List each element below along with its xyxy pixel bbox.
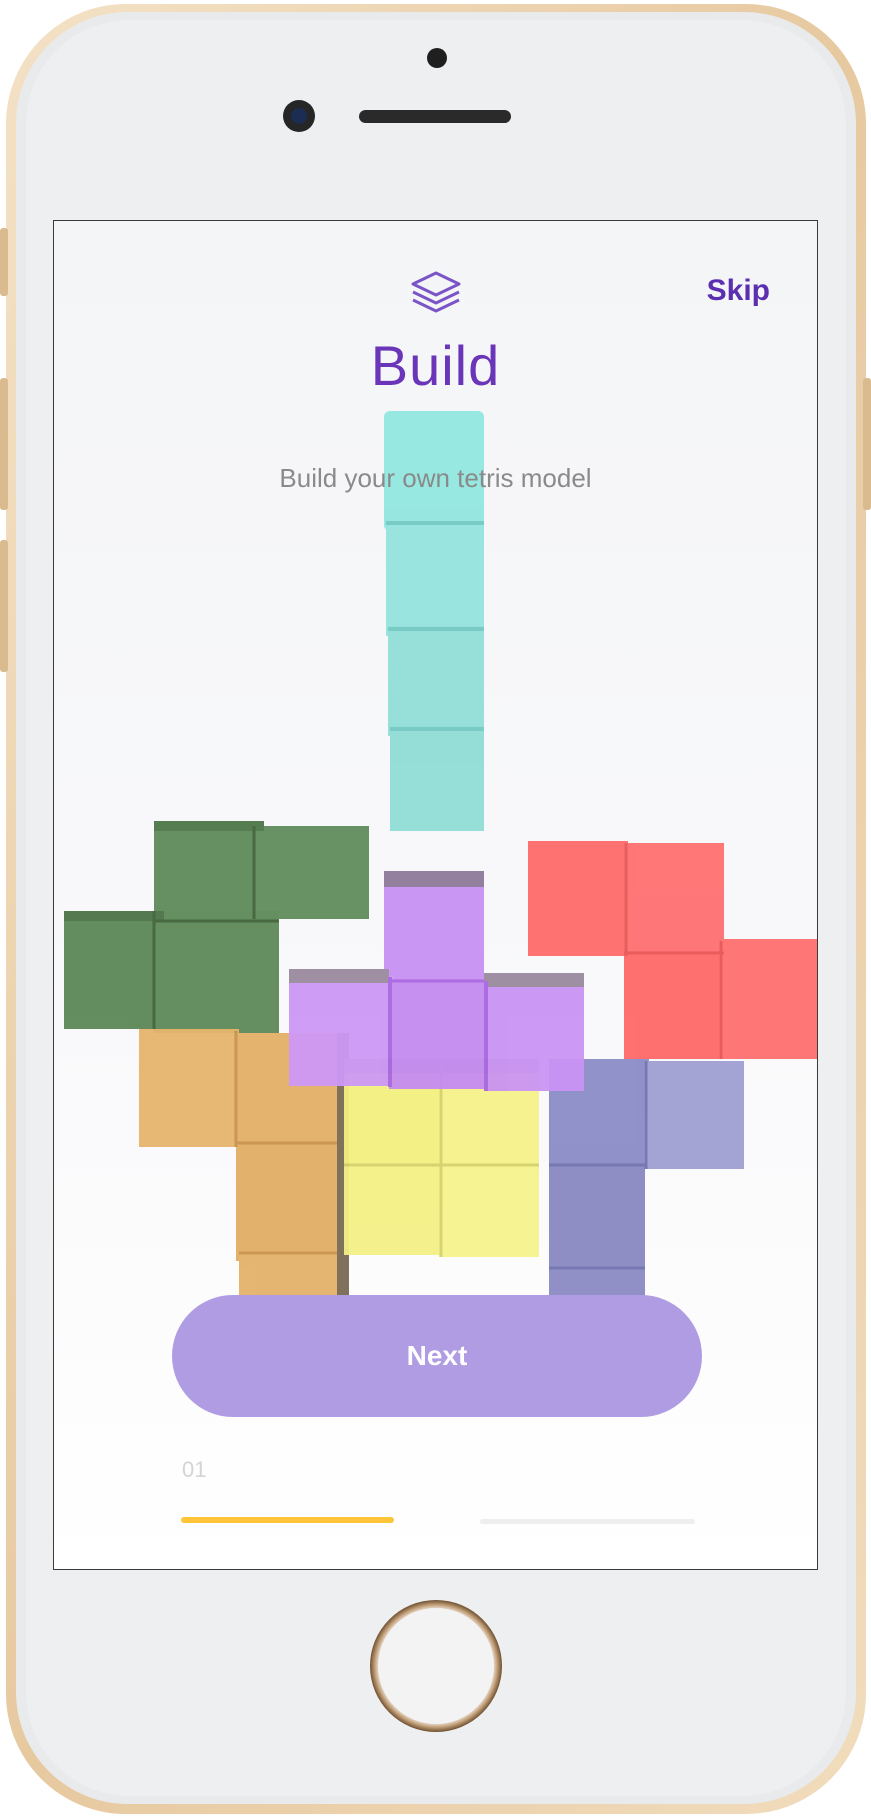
indigo-block (549, 1059, 744, 1326)
layers-icon (410, 269, 462, 315)
page-number: 01 (182, 1457, 207, 1482)
next-button[interactable]: Next (172, 1295, 702, 1417)
progress-step-active (181, 1517, 394, 1523)
progress-step-inactive (480, 1519, 695, 1524)
phone-frame: Skip Build Build your own tetris model N… (0, 0, 871, 1820)
page-title: Build (370, 334, 501, 397)
page-subtitle: Build your own tetris model (279, 463, 592, 493)
app-screen: Skip Build Build your own tetris model N… (53, 220, 818, 1570)
skip-button[interactable]: Skip (707, 274, 770, 308)
